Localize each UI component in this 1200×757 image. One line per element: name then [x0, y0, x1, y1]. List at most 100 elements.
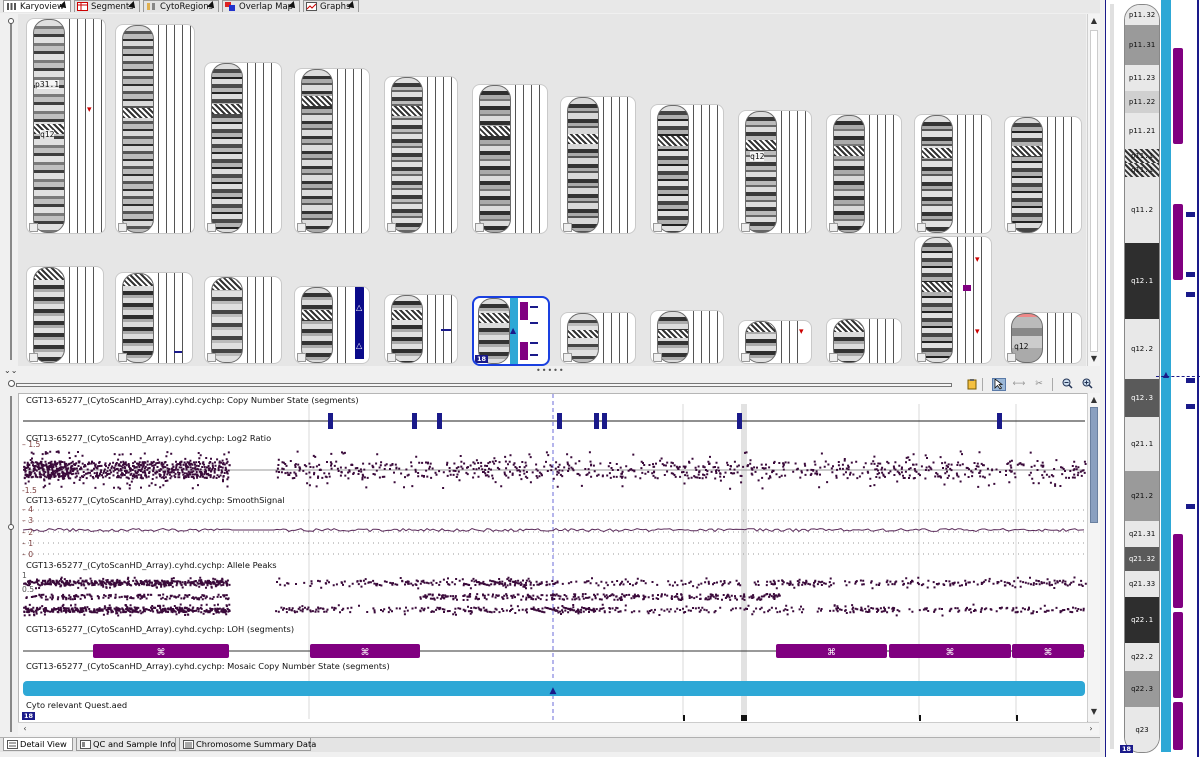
- left-splitter[interactable]: [8, 18, 14, 360]
- ideogram-band[interactable]: p11.1: [1125, 149, 1159, 163]
- chromosome-card[interactable]: [384, 76, 458, 234]
- detail-vertical-scrollbar[interactable]: ▲ ▼: [1087, 393, 1100, 721]
- gain-marker-icon[interactable]: ▾: [975, 327, 980, 337]
- scroll-up-icon[interactable]: ▲: [1089, 395, 1099, 405]
- zoom-in-icon[interactable]: [1080, 378, 1094, 391]
- loss-marker[interactable]: [441, 329, 451, 331]
- cn-segment-marker[interactable]: [412, 413, 417, 429]
- scroll-down-icon[interactable]: ▼: [1089, 354, 1099, 364]
- karyoview-vertical-scrollbar[interactable]: ▲ ▼: [1087, 14, 1100, 366]
- chromosome-card[interactable]: [826, 114, 902, 234]
- collapse-chevron-icon[interactable]: ⌄⌄: [4, 367, 17, 375]
- scroll-up-icon[interactable]: ▲: [1089, 16, 1099, 26]
- scrollbar-thumb[interactable]: [1090, 407, 1098, 523]
- chromosome-card[interactable]: [560, 312, 636, 364]
- cn-loss-marker[interactable]: [1186, 404, 1195, 409]
- tab-overlap-map[interactable]: Overlap Map: [222, 0, 300, 12]
- ideogram-band[interactable]: q12.1: [1125, 243, 1159, 319]
- scroll-down-icon[interactable]: ▼: [1089, 707, 1099, 717]
- loss-marker[interactable]: [530, 306, 538, 308]
- cn-loss-marker[interactable]: [1186, 504, 1195, 509]
- cn-loss-marker[interactable]: [1186, 212, 1195, 217]
- pointer-tool-icon[interactable]: [992, 378, 1006, 391]
- cyto-region-marker[interactable]: [745, 715, 747, 721]
- ideogram-band[interactable]: q22.3: [1125, 671, 1159, 707]
- cn-segment-marker[interactable]: [557, 413, 562, 429]
- chromosome-card[interactable]: [472, 84, 548, 234]
- loh-segment[interactable]: [1173, 612, 1183, 698]
- gain-marker-icon[interactable]: ▾: [799, 327, 804, 337]
- chromosome-card[interactable]: p31.1 q12 ▾: [26, 18, 106, 234]
- chromosome-18-ideogram[interactable]: p11.32 p11.31 p11.23 p11.22 p11.21 p11.1 q11.1…: [1124, 4, 1160, 753]
- ideogram-band[interactable]: q21.33: [1125, 571, 1159, 597]
- left-splitter[interactable]: [8, 396, 14, 732]
- chromosome-card[interactable]: ▾: [738, 320, 812, 364]
- loss-segment[interactable]: △ △: [355, 287, 364, 359]
- ideogram-band[interactable]: q11.1: [1125, 163, 1159, 177]
- cyto-region-marker[interactable]: [1016, 715, 1018, 721]
- ideogram-band[interactable]: q11.2: [1125, 177, 1159, 243]
- ideogram-band[interactable]: p11.31: [1125, 25, 1159, 65]
- chromosome-card[interactable]: q12: [738, 110, 812, 234]
- ideogram-scroll-track[interactable]: [1110, 4, 1114, 749]
- chromosome-card[interactable]: [914, 114, 992, 234]
- chromosome-card-selected[interactable]: ▲ 18: [472, 296, 550, 366]
- tab-graphs[interactable]: Graphs: [303, 0, 359, 12]
- loss-marker[interactable]: [530, 342, 538, 344]
- cn-segment-marker[interactable]: [437, 413, 442, 429]
- scrollbar-thumb[interactable]: [1090, 30, 1098, 352]
- tab-cytoregions[interactable]: CytoRegions: [143, 0, 219, 12]
- chromosome-card[interactable]: [204, 276, 282, 364]
- splitter-grip[interactable]: •••••: [536, 367, 564, 375]
- scroll-left-icon[interactable]: ‹: [20, 724, 30, 734]
- loh-segment[interactable]: [520, 342, 528, 360]
- ideogram-band[interactable]: q21.1: [1125, 417, 1159, 471]
- tab-segments[interactable]: Segments: [74, 0, 140, 12]
- gain-marker-icon[interactable]: ▾: [975, 255, 980, 265]
- selection-tool-icon[interactable]: ✂: [1032, 378, 1046, 391]
- mosaic-segment[interactable]: ▲: [510, 298, 518, 364]
- ideogram-band[interactable]: q21.31: [1125, 521, 1159, 547]
- scroll-right-icon[interactable]: ›: [1086, 724, 1096, 734]
- loh-segment[interactable]: [1173, 534, 1183, 608]
- loss-marker[interactable]: [174, 351, 182, 353]
- ideogram-band[interactable]: q22.1: [1125, 597, 1159, 643]
- chromosome-card[interactable]: ▾ ▾: [914, 236, 992, 364]
- clipboard-icon[interactable]: [965, 378, 979, 391]
- chromosome-card[interactable]: [294, 68, 370, 234]
- ideogram-band[interactable]: q22.2: [1125, 643, 1159, 671]
- ideogram-band[interactable]: q12.3: [1125, 379, 1159, 417]
- chromosome-card[interactable]: [1004, 116, 1082, 234]
- cn-loss-marker[interactable]: [1186, 272, 1195, 277]
- ideogram-band[interactable]: p11.21: [1125, 113, 1159, 149]
- ideogram-band[interactable]: p11.22: [1125, 91, 1159, 113]
- ideogram-band[interactable]: q12.2: [1125, 319, 1159, 379]
- loh-segment[interactable]: [520, 302, 528, 320]
- tab-karyoview[interactable]: Karyoview: [3, 0, 71, 12]
- cn-segment-marker[interactable]: [328, 413, 333, 429]
- chromosome-card[interactable]: [26, 266, 104, 364]
- chromosome-card[interactable]: [384, 294, 458, 364]
- cn-segment-marker[interactable]: [997, 413, 1002, 429]
- loh-segment[interactable]: [963, 285, 971, 291]
- cn-loss-marker[interactable]: [1186, 292, 1195, 297]
- ideogram-band[interactable]: p11.23: [1125, 65, 1159, 91]
- cn-loss-marker[interactable]: [1186, 378, 1195, 383]
- chromosome-card[interactable]: [560, 96, 636, 234]
- zoom-out-icon[interactable]: [1060, 378, 1074, 391]
- gain-marker-icon[interactable]: ▾: [87, 105, 92, 115]
- chromosome-card[interactable]: [115, 24, 195, 234]
- ideogram-band[interactable]: q21.2: [1125, 471, 1159, 521]
- loh-segment[interactable]: [1173, 204, 1183, 280]
- cn-segment-marker[interactable]: [737, 413, 742, 429]
- chromosome-card[interactable]: q12: [1004, 312, 1082, 364]
- cyto-region-marker[interactable]: [919, 715, 921, 721]
- loh-segment[interactable]: [1173, 702, 1183, 750]
- detail-tracks-canvas[interactable]: ⌘ ⌘ ⌘ ⌘ ⌘ ▲: [19, 394, 1087, 722]
- range-select-icon[interactable]: ⟷: [1012, 378, 1026, 391]
- position-cursor[interactable]: [1156, 376, 1200, 377]
- ideogram-band[interactable]: q21.32: [1125, 547, 1159, 571]
- loh-segment[interactable]: [1173, 48, 1183, 144]
- loss-marker[interactable]: [530, 354, 538, 356]
- chromosome-card[interactable]: [115, 272, 193, 364]
